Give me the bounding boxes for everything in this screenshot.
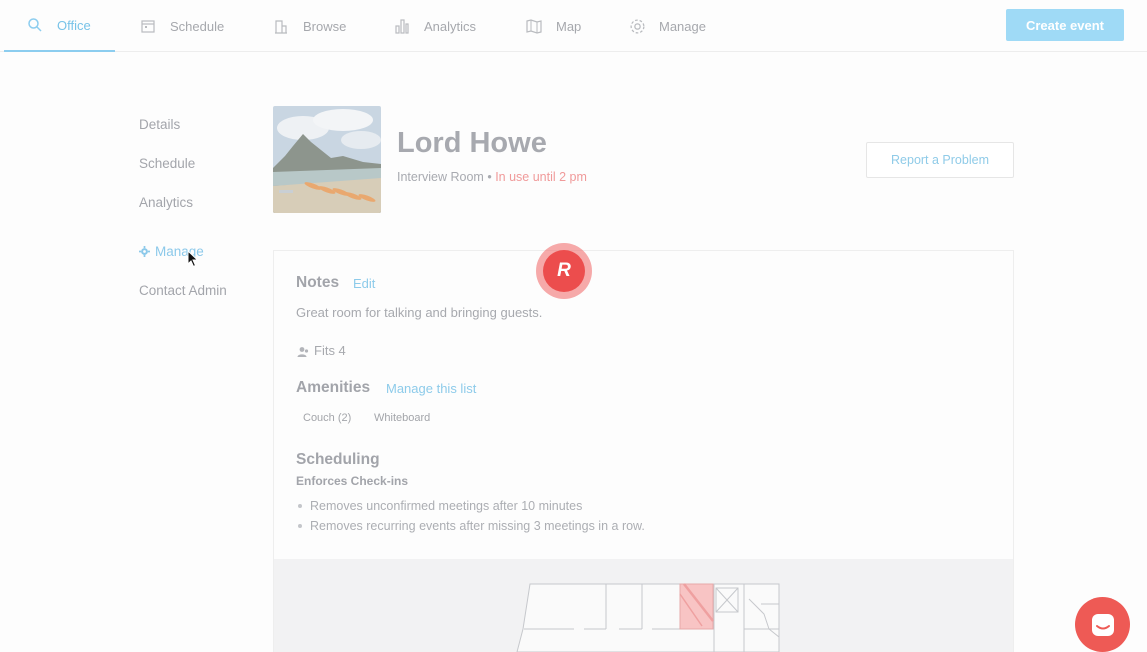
notes-heading: Notes [296,274,340,291]
notes-edit-link[interactable]: Edit [353,276,375,291]
amenity-chip: Whiteboard [374,412,431,424]
sidebar-item-details[interactable]: Details [139,117,180,132]
sidebar-item-schedule[interactable]: Schedule [139,156,195,171]
sidebar-item-analytics[interactable]: Analytics [139,195,193,210]
nav-tab-label: Map [556,18,582,34]
nav-tab-label: Schedule [170,18,225,34]
gear-icon [139,246,150,257]
scheduling-rules: Removes unconfirmed meetings after 10 mi… [298,498,645,538]
person-icon [297,346,309,358]
floor-plan-map[interactable] [274,559,1013,652]
mouse-cursor-icon [187,249,199,268]
nav-tab-label: Browse [303,18,347,34]
room-photo [273,106,381,213]
top-nav: Office Schedule Browse Analytics Map Man… [0,0,1147,52]
nav-tab-browse[interactable]: Browse [272,0,346,52]
gear-icon [628,17,646,35]
bar-chart-icon [393,17,411,35]
room-type: Interview Room [397,170,484,184]
scheduling-subheading: Enforces Check-ins [296,474,409,488]
amenity-chip: Couch (2) [303,412,352,424]
capacity: Fits 4 [297,343,346,358]
nav-tab-label: Analytics [424,18,477,34]
nav-tab-analytics[interactable]: Analytics [393,0,476,52]
amenities-heading: Amenities [296,379,371,396]
nav-tab-schedule[interactable]: Schedule [139,0,224,52]
nav-tab-label: Office [57,17,91,33]
report-problem-button[interactable]: Report a Problem [866,142,1014,178]
chat-launcher-button[interactable] [1075,597,1130,652]
building-icon [272,17,290,35]
calendar-icon [139,17,157,35]
room-subtitle: Interview Room • In use until 2 pm [397,170,587,184]
recording-badge-letter: R [543,250,585,292]
nav-tab-label: Manage [659,18,706,34]
scheduling-heading: Scheduling [296,451,380,468]
recording-badge[interactable]: R [536,243,592,299]
map-icon [525,17,543,35]
search-icon [26,16,44,34]
nav-tab-manage[interactable]: Manage [628,0,706,52]
nav-tab-office[interactable]: Office [4,0,115,52]
room-status: In use until 2 pm [495,170,587,184]
nav-tab-map[interactable]: Map [525,0,581,52]
manage-amenities-link[interactable]: Manage this list [386,381,476,396]
list-item: Removes unconfirmed meetings after 10 mi… [298,498,645,518]
sidebar-item-contact-admin[interactable]: Contact Admin [139,283,227,298]
create-event-button[interactable]: Create event [1006,9,1124,41]
list-item: Removes recurring events after missing 3… [298,518,645,538]
room-title: Lord Howe [397,127,547,159]
separator-dot: • [487,170,492,184]
capacity-label: Fits 4 [314,343,346,358]
chat-icon [1090,612,1116,638]
notes-text: Great room for talking and bringing gues… [296,305,543,320]
